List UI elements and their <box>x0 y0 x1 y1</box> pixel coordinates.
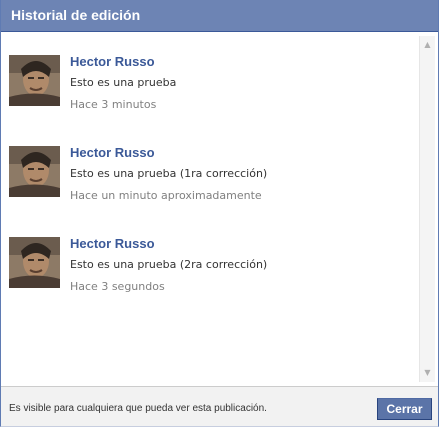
history-entry: Hector Russo Esto es una prueba (1ra cor… <box>9 145 409 216</box>
dialog-body: Hector Russo Esto es una prueba Hace 3 m… <box>1 32 438 386</box>
profile-photo-icon <box>9 237 60 288</box>
history-timestamp[interactable]: Hace 3 segundos <box>70 280 165 294</box>
vertical-scrollbar[interactable]: ▲ ▼ <box>419 36 435 382</box>
dialog-titlebar: Historial de edición <box>1 0 438 32</box>
author-name-link[interactable]: Hector Russo <box>70 236 155 252</box>
scroll-down-arrow-icon[interactable]: ▼ <box>420 366 435 380</box>
history-text: Esto es una prueba <box>70 76 177 89</box>
history-entry: Hector Russo Esto es una prueba Hace 3 m… <box>9 54 409 125</box>
avatar[interactable] <box>9 55 60 106</box>
history-timestamp[interactable]: Hace un minuto aproximadamente <box>70 189 262 203</box>
profile-photo-icon <box>9 146 60 197</box>
profile-photo-icon <box>9 55 60 106</box>
dialog-title: Historial de edición <box>11 7 141 23</box>
history-text: Esto es una prueba (2ra corrección) <box>70 258 268 271</box>
close-button[interactable]: Cerrar <box>377 398 432 420</box>
avatar[interactable] <box>9 146 60 197</box>
edit-history-dialog: Historial de edición Hector Russo Esto e… <box>0 0 439 427</box>
visibility-notice: Es visible para cualquiera que pueda ver… <box>9 403 267 414</box>
history-entry: Hector Russo Esto es una prueba (2ra cor… <box>9 236 409 307</box>
history-timestamp[interactable]: Hace 3 minutos <box>70 98 156 112</box>
author-name-link[interactable]: Hector Russo <box>70 54 155 70</box>
history-text: Esto es una prueba (1ra corrección) <box>70 167 268 180</box>
scroll-up-arrow-icon[interactable]: ▲ <box>420 38 435 52</box>
history-list: Hector Russo Esto es una prueba Hace 3 m… <box>1 32 419 386</box>
dialog-footer: Es visible para cualquiera que pueda ver… <box>1 386 438 426</box>
author-name-link[interactable]: Hector Russo <box>70 145 155 161</box>
avatar[interactable] <box>9 237 60 288</box>
